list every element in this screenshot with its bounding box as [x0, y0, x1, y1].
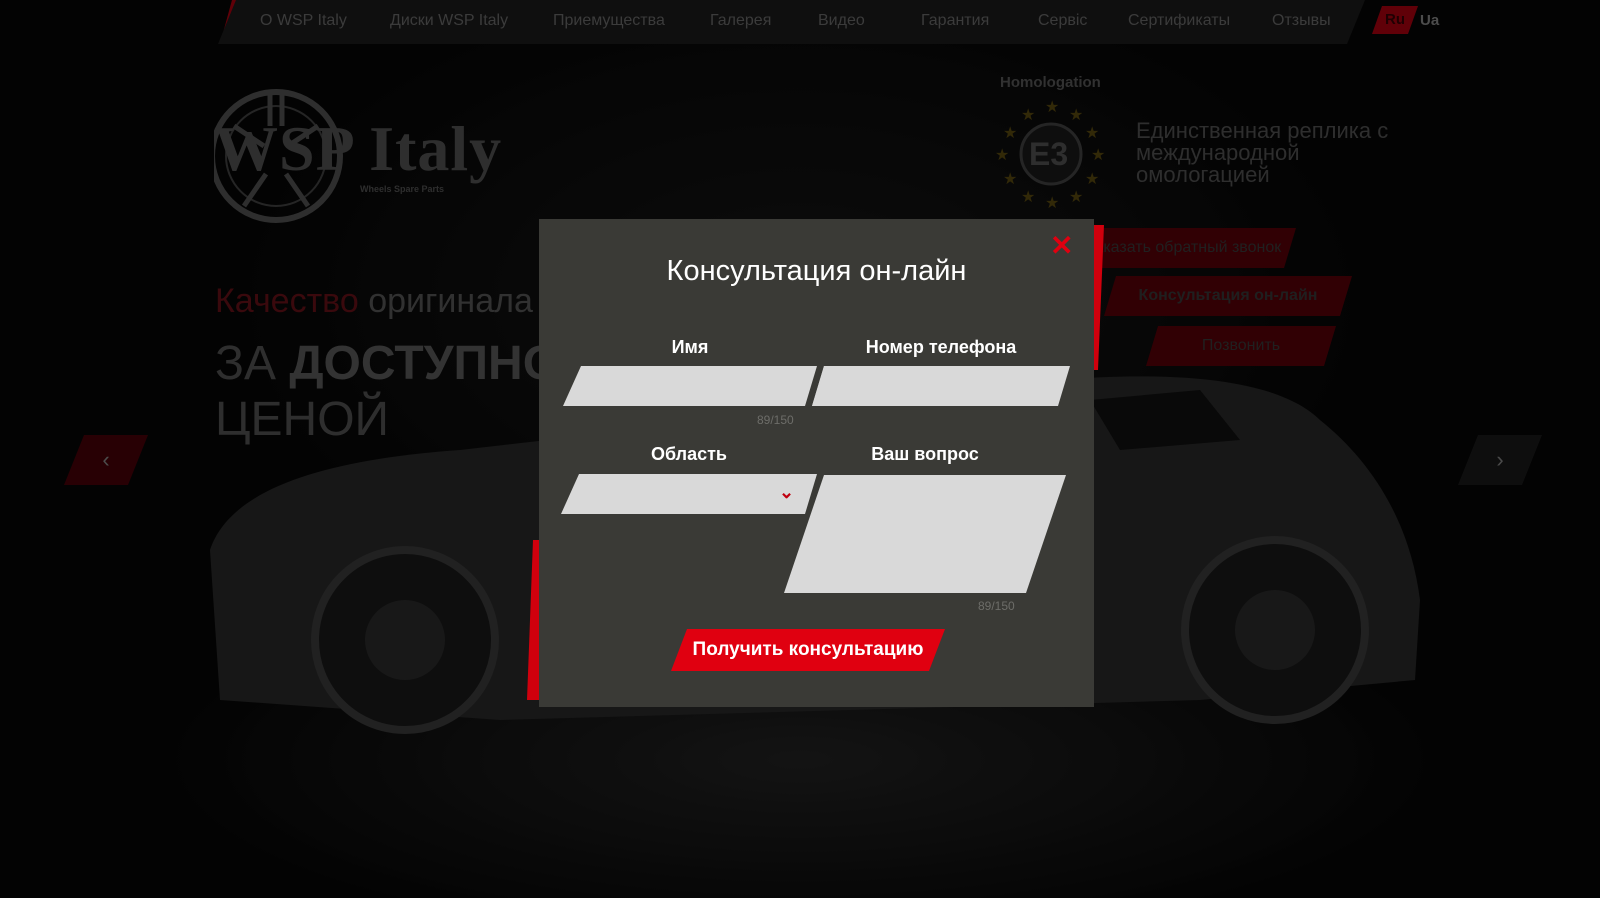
question-label: Ваш вопрос	[871, 444, 979, 464]
question-counter: 89/150	[978, 599, 1015, 613]
name-label: Имя	[671, 337, 709, 357]
modal-title: Консультация он-лайн	[666, 255, 967, 287]
chevron-down-icon[interactable]: ⌄	[779, 482, 794, 503]
consultation-modal: ✕ Консультация он-лайн Имя Номер телефон…	[539, 219, 1094, 707]
close-icon[interactable]: ✕	[1050, 232, 1073, 260]
region-label: Область	[650, 444, 727, 464]
name-counter: 89/150	[757, 413, 794, 427]
question-textarea[interactable]	[784, 475, 1066, 593]
phone-label: Номер телефона	[865, 337, 1017, 357]
name-input[interactable]	[563, 366, 817, 406]
phone-input[interactable]	[812, 366, 1070, 406]
submit-consultation-button[interactable]: Получить консультацию	[671, 629, 945, 671]
